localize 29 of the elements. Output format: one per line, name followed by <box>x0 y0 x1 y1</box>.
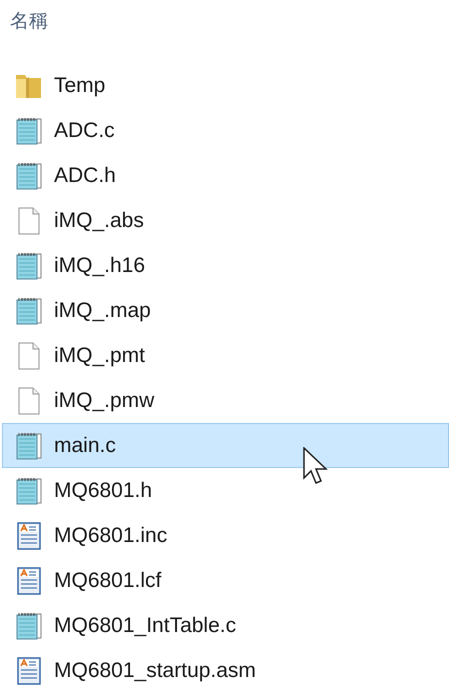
file-item[interactable]: iMQ_.h16 <box>2 243 449 288</box>
file-name: MQ6801.lcf <box>54 568 162 594</box>
file-name: iMQ_.pmw <box>54 388 154 414</box>
file-name: MQ6801.inc <box>54 522 168 549</box>
file-name: MQ6801_IntTable.c <box>54 612 236 639</box>
file-item[interactable]: iMQ_.pmw <box>2 378 449 423</box>
file-item[interactable]: iMQ_.abs <box>2 198 449 243</box>
file-item[interactable]: iMQ_.map <box>2 288 449 333</box>
file-item[interactable]: iMQ_.pmt <box>2 333 449 378</box>
file-name: main.c <box>54 432 116 459</box>
file-item[interactable]: ADC.h <box>2 153 449 198</box>
file-name: iMQ_.h16 <box>54 252 146 279</box>
column-header[interactable]: 名稱 <box>10 11 48 32</box>
file-item[interactable]: MQ6801.h <box>2 468 449 513</box>
file-name: ADC.h <box>54 162 116 189</box>
file-item[interactable]: ADC.c <box>2 108 449 153</box>
file-name: Temp <box>54 72 106 99</box>
file-name: MQ6801_startup.asm <box>54 658 256 684</box>
file-name: iMQ_.map <box>54 298 151 324</box>
file-name: iMQ_.pmt <box>54 342 146 369</box>
file-item[interactable]: MQ6801.inc <box>2 513 449 558</box>
file-item[interactable]: MQ6801_startup.asm <box>2 648 449 687</box>
file-item[interactable]: MQ6801_IntTable.c <box>2 603 449 648</box>
file-name: ADC.c <box>54 118 115 144</box>
file-item[interactable]: Temp <box>2 63 449 108</box>
file-item[interactable]: MQ6801.lcf <box>2 558 449 603</box>
file-name: iMQ_.abs <box>54 208 144 234</box>
file-name: MQ6801.h <box>54 478 152 504</box>
file-item[interactable]: main.c <box>2 423 449 468</box>
